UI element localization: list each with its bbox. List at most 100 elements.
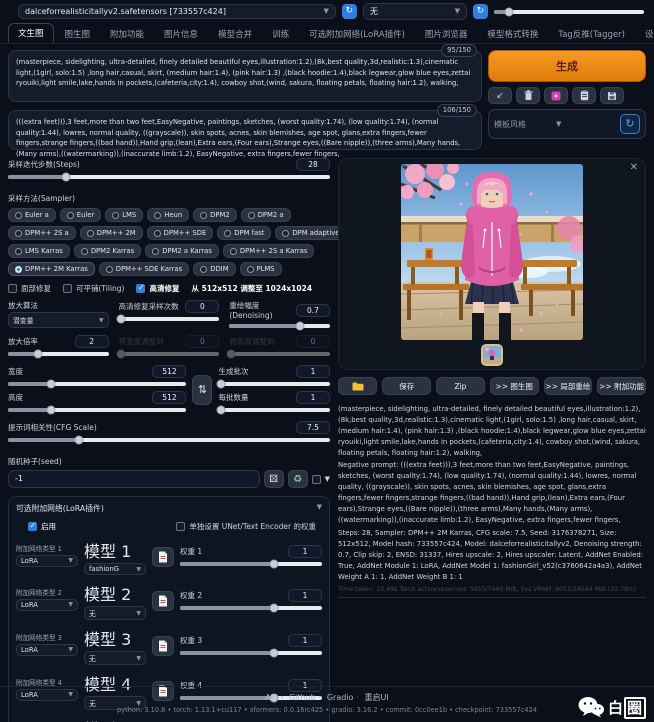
refresh-checkpoint-button[interactable]: ↻: [342, 4, 357, 19]
refresh-styles-button[interactable]: ↻: [620, 114, 640, 134]
tab-txt2img[interactable]: 文生图: [8, 23, 54, 43]
checkpoint-dropdown[interactable]: dalceforrealisticitallyv2.safetensors [7…: [18, 4, 336, 19]
footer-link-reload-ui[interactable]: 重启UI: [365, 693, 389, 702]
tab-image-browser[interactable]: 图片浏览器: [416, 25, 477, 43]
save-style-button[interactable]: [600, 87, 624, 104]
lora-model-dropdown[interactable]: 无▼: [84, 606, 146, 620]
paste-params-button[interactable]: ↙: [488, 87, 512, 104]
batch-size-slider[interactable]: [218, 408, 330, 412]
tab-model-converter[interactable]: 模型格式转换: [478, 25, 547, 43]
generated-image[interactable]: [401, 164, 583, 340]
tab-extras[interactable]: 附加功能: [101, 25, 153, 43]
cfg-value[interactable]: 7.5: [296, 421, 330, 434]
tab-settings[interactable]: 设置: [636, 25, 654, 43]
hires-fix-checkbox[interactable]: 高清修复: [136, 283, 179, 294]
generate-button[interactable]: 生成: [488, 50, 646, 82]
sampler-option[interactable]: DPM fast: [217, 226, 271, 240]
lora-type-dropdown[interactable]: LoRA▼: [16, 599, 78, 611]
lora-enable-checkbox[interactable]: 启用: [28, 521, 56, 532]
lora-type-dropdown[interactable]: LoRA▼: [16, 644, 78, 656]
upscale-by-slider[interactable]: [8, 352, 109, 356]
resize-height-slider[interactable]: [229, 352, 330, 356]
send-to-img2img-button[interactable]: >> 图生图: [490, 377, 539, 395]
denoising-slider[interactable]: [229, 324, 330, 328]
batch-count-value[interactable]: 1: [296, 365, 330, 378]
lora-weight-slider[interactable]: [180, 606, 322, 610]
restore-faces-checkbox[interactable]: 面部修复: [8, 283, 51, 294]
sampler-option[interactable]: Euler: [60, 208, 101, 222]
width-slider[interactable]: [8, 382, 186, 386]
resize-width-slider[interactable]: [119, 352, 220, 356]
positive-prompt-input[interactable]: (masterpiece, sidelighting, ultra-detail…: [8, 50, 482, 102]
vae-dropdown[interactable]: 无 ▼: [363, 3, 467, 20]
sampler-option[interactable]: DPM++ 2S a Karras: [223, 244, 315, 258]
sampler-option[interactable]: DPM++ SDE Karras: [99, 262, 189, 276]
tab-png-info[interactable]: 图片信息: [155, 25, 207, 43]
sampler-option[interactable]: Heun: [147, 208, 189, 222]
lora-separate-weights-checkbox[interactable]: 单独设置 UNet/Text Encoder 的权重: [176, 521, 316, 532]
footer-link-github[interactable]: Github: [289, 693, 316, 702]
reuse-seed-button[interactable]: ♻: [288, 470, 308, 488]
send-to-extras-button[interactable]: >> 附加功能: [597, 377, 646, 395]
lora-weight-slider[interactable]: [180, 562, 322, 566]
lora-model-info-button[interactable]: [152, 636, 174, 656]
resize-height-value[interactable]: 0: [296, 335, 330, 348]
open-folder-button[interactable]: [338, 377, 377, 395]
sampler-option[interactable]: DPM++ 2M: [80, 226, 143, 240]
lora-model-dropdown[interactable]: 无▼: [84, 651, 146, 665]
clear-prompt-button[interactable]: [516, 87, 540, 104]
sampler-option[interactable]: DDIM: [193, 262, 235, 276]
footer-link-api[interactable]: API: [265, 693, 278, 702]
height-value[interactable]: 512: [152, 391, 186, 404]
sampler-option[interactable]: PLMS: [240, 262, 282, 276]
lora-type-dropdown[interactable]: LoRA▼: [16, 555, 78, 567]
cfg-slider[interactable]: [8, 438, 330, 442]
tab-tagger[interactable]: Tag反推(Tagger): [549, 25, 634, 43]
lora-panel-header[interactable]: 可选附加网络(LoRA插件) ▼: [16, 503, 322, 514]
style-select[interactable]: 模板风格 ▼ ↻: [488, 109, 646, 139]
lora-weight-value[interactable]: 1: [288, 634, 322, 647]
footer-link-gradio[interactable]: Gradio: [327, 693, 354, 702]
save-button[interactable]: 保存: [382, 377, 431, 395]
sampler-option[interactable]: DPM2: [193, 208, 237, 222]
close-icon[interactable]: ✕: [630, 162, 638, 173]
sampler-option[interactable]: DPM++ 2S a: [8, 226, 76, 240]
gallery-thumbnail[interactable]: [481, 344, 503, 366]
refresh-vae-button[interactable]: ↻: [473, 4, 488, 19]
send-to-inpaint-button[interactable]: >> 局部重绘: [544, 377, 593, 395]
lora-weight-value[interactable]: 1: [288, 545, 322, 558]
swap-dimensions-button[interactable]: ⇅: [192, 375, 212, 405]
clip-skip-slider[interactable]: [494, 10, 644, 14]
lora-weight-value[interactable]: 1: [288, 589, 322, 602]
lora-weight-slider[interactable]: [180, 651, 322, 655]
resize-width-value[interactable]: 0: [185, 335, 219, 348]
extra-networks-button[interactable]: [544, 87, 568, 104]
batch-size-value[interactable]: 1: [296, 391, 330, 404]
zip-button[interactable]: Zip: [436, 377, 485, 395]
upscaler-dropdown[interactable]: 潜变量▼: [8, 312, 109, 328]
sampler-option-selected[interactable]: DPM++ 2M Karras: [8, 262, 95, 276]
lora-model-dropdown[interactable]: fashionG▼: [84, 563, 146, 575]
sampler-option[interactable]: DPM adaptive: [275, 226, 346, 240]
seed-input[interactable]: -1: [8, 470, 260, 488]
tab-train[interactable]: 训练: [263, 25, 298, 43]
sampler-option[interactable]: LMS: [105, 208, 143, 222]
sampler-option[interactable]: DPM++ SDE: [147, 226, 214, 240]
denoising-value[interactable]: 0.7: [296, 304, 330, 317]
sampler-option[interactable]: DPM2 a Karras: [145, 244, 219, 258]
apply-style-button[interactable]: [572, 87, 596, 104]
tab-img2img[interactable]: 图生图: [56, 25, 100, 43]
batch-count-slider[interactable]: [218, 382, 330, 386]
steps-slider[interactable]: [8, 175, 330, 179]
hires-steps-value[interactable]: 0: [185, 300, 219, 313]
negative-prompt-input[interactable]: (((extra feet))),3 feet,more than two fe…: [8, 110, 482, 150]
tiling-checkbox[interactable]: 可平铺(Tiling): [63, 283, 124, 294]
sampler-option[interactable]: Euler a: [8, 208, 56, 222]
height-slider[interactable]: [8, 408, 186, 412]
width-value[interactable]: 512: [152, 365, 186, 378]
random-seed-button[interactable]: ⚄: [264, 470, 284, 488]
lora-model-info-button[interactable]: [152, 547, 174, 567]
lora-model-info-button[interactable]: [152, 591, 174, 611]
sampler-option[interactable]: DPM2 a: [241, 208, 291, 222]
hires-steps-slider[interactable]: [119, 317, 220, 321]
